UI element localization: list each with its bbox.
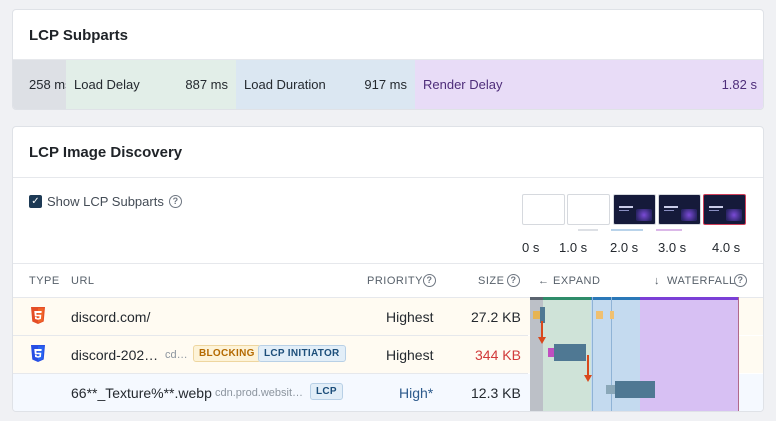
- timeline-label: 0 s: [522, 240, 540, 255]
- request-url[interactable]: 66**_Texture%**.webp: [71, 385, 212, 401]
- initiator-arrowhead-icon: [584, 375, 592, 382]
- request-priority: Highest: [386, 347, 434, 363]
- load-duration-value: 917 ms: [364, 77, 407, 92]
- timeline-label: 2.0 s: [610, 240, 639, 255]
- down-arrow-icon: ↓: [654, 275, 660, 287]
- filmstrip-marker: [656, 229, 682, 231]
- request-bar[interactable]: [615, 381, 655, 398]
- col-waterfall: WATERFALL: [667, 275, 736, 287]
- expand-arrow-icon[interactable]: ←: [538, 275, 550, 287]
- lcp-initiator-badge: LCP INITIATOR: [258, 345, 346, 362]
- filmstrip-frame-page[interactable]: [613, 194, 656, 225]
- render-delay-value: 1.82 s: [721, 77, 757, 92]
- timeline-label: 3.0 s: [658, 240, 687, 255]
- css3-icon: [31, 345, 45, 362]
- waterfall-chart: [530, 297, 763, 411]
- ttfb-segment: 258 ms: [13, 60, 72, 109]
- help-icon[interactable]: ?: [168, 195, 182, 208]
- filmstrip-marker: [611, 229, 643, 231]
- marker-line: [592, 297, 593, 411]
- request-priority: Highest: [386, 309, 434, 325]
- html5-icon: [31, 307, 45, 324]
- col-priority[interactable]: PRIORITY: [367, 275, 423, 287]
- load-delay-label: Load Delay: [74, 77, 140, 92]
- request-domain: cdn.prod.websit…: [215, 387, 304, 399]
- help-icon[interactable]: ?: [507, 274, 520, 287]
- show-subparts-toggle[interactable]: ✓ Show LCP Subparts ?: [29, 194, 182, 209]
- filmstrip-frame-page[interactable]: [658, 194, 701, 225]
- checkbox-checked-icon[interactable]: ✓: [29, 195, 42, 208]
- lcp-badge: LCP: [310, 383, 343, 400]
- lcp-discovery-title: LCP Image Discovery: [29, 144, 183, 161]
- lcp-subparts-card: LCP Subparts 258 ms Load Delay 887 ms Lo…: [12, 9, 764, 110]
- filmstrip-frame-lcp[interactable]: [703, 194, 746, 225]
- load-delay-segment: Load Delay 887 ms: [66, 60, 236, 109]
- load-duration-segment: Load Duration 917 ms: [236, 60, 415, 109]
- load-duration-label: Load Duration: [244, 77, 326, 92]
- request-size: 27.2 KB: [471, 309, 521, 325]
- col-size[interactable]: SIZE: [478, 275, 504, 287]
- initiator-arrow-icon: [587, 355, 589, 377]
- filmstrip-frame-blank[interactable]: [567, 194, 610, 225]
- request-priority: High*: [399, 385, 434, 401]
- render-delay-segment: Render Delay 1.82 s: [415, 60, 763, 109]
- request-url[interactable]: discord.com/: [71, 309, 150, 325]
- request-bar[interactable]: [596, 311, 603, 319]
- request-size: 12.3 KB: [471, 385, 521, 401]
- show-subparts-label: Show LCP Subparts: [47, 194, 164, 209]
- divider: [13, 177, 763, 178]
- initiator-arrowhead-icon: [538, 337, 546, 344]
- render-delay-label: Render Delay: [423, 77, 503, 92]
- request-bar[interactable]: [554, 344, 586, 361]
- table-header: TYPE URL PRIORITY ? SIZE ? ← EXPAND ↓ WA…: [13, 263, 763, 297]
- lcp-line: [738, 297, 739, 411]
- request-size: 344 KB: [475, 347, 521, 363]
- lcp-image-discovery-card: LCP Image Discovery ✓ Show LCP Subparts …: [12, 126, 764, 412]
- timeline-label: 1.0 s: [559, 240, 588, 255]
- lcp-subparts-title: LCP Subparts: [29, 27, 128, 44]
- request-domain: cd…: [165, 349, 188, 361]
- request-url[interactable]: discord-202…: [71, 347, 158, 363]
- subparts-bar-top: [530, 297, 738, 300]
- request-bar[interactable]: [610, 311, 614, 319]
- filmstrip-marker: [578, 229, 598, 231]
- col-type: TYPE: [29, 275, 60, 287]
- filmstrip-frame-blank[interactable]: [522, 194, 565, 225]
- blocking-badge: BLOCKING: [193, 345, 261, 362]
- help-icon[interactable]: ?: [734, 274, 747, 287]
- lcp-subparts-bar: 258 ms Load Delay 887 ms Load Duration 9…: [13, 60, 763, 109]
- col-url: URL: [71, 275, 95, 287]
- help-icon[interactable]: ?: [423, 274, 436, 287]
- expand-button[interactable]: EXPAND: [553, 275, 600, 287]
- timeline-label: 4.0 s: [712, 240, 741, 255]
- load-delay-value: 887 ms: [185, 77, 228, 92]
